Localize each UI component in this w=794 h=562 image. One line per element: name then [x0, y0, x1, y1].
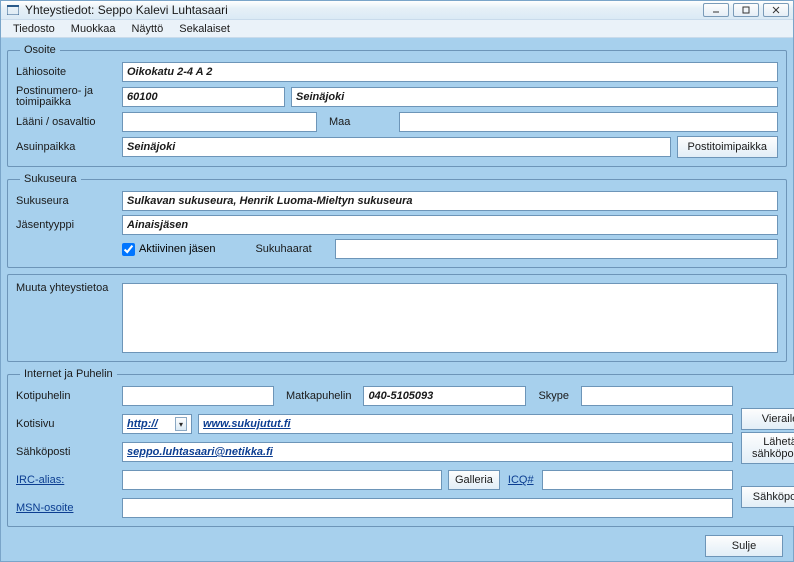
email-button[interactable]: Sähköposti	[741, 486, 794, 508]
menu-edit[interactable]: Muokkaa	[63, 21, 124, 37]
chevron-down-icon: ▾	[175, 417, 187, 431]
branches-label: Sukuhaarat	[249, 243, 329, 255]
titlebar: Yhteystiedot: Seppo Kalevi Luhtasaari	[1, 1, 793, 20]
country-label: Maa	[323, 116, 393, 128]
window-title: Yhteystiedot: Seppo Kalevi Luhtasaari	[25, 3, 703, 17]
homephone-label: Kotipuhelin	[16, 390, 116, 402]
window-frame: Yhteystiedot: Seppo Kalevi Luhtasaari Ti…	[0, 0, 794, 562]
branches-input[interactable]	[335, 239, 778, 259]
society-legend: Sukuseura	[20, 173, 81, 185]
address-group: Osoite Lähiosoite Postinumero- ja toimip…	[7, 44, 787, 167]
protocol-dropdown[interactable]: http:// ▾	[122, 414, 192, 434]
other-group: Muuta yhteystietoa	[7, 274, 787, 362]
icq-label[interactable]: ICQ#	[508, 474, 534, 486]
irc-input[interactable]	[122, 470, 442, 490]
client-area: Osoite Lähiosoite Postinumero- ja toimip…	[1, 38, 793, 561]
internet-group: Internet ja Puhelin Kotipuhelin Matkapuh…	[7, 368, 794, 527]
icq-input[interactable]	[542, 470, 733, 490]
homephone-input[interactable]	[122, 386, 274, 406]
mobile-label: Matkapuhelin	[280, 390, 357, 402]
society-input[interactable]	[122, 191, 778, 211]
membertype-input[interactable]	[122, 215, 778, 235]
close-button[interactable]	[763, 3, 789, 17]
irc-label[interactable]: IRC-alias:	[16, 474, 116, 486]
street-label: Lähiosoite	[16, 66, 116, 78]
residence-input[interactable]	[122, 137, 671, 157]
protocol-value: http://	[127, 418, 158, 430]
minimize-button[interactable]	[703, 3, 729, 17]
active-member-label: Aktiivinen jäsen	[139, 243, 215, 255]
membertype-label: Jäsentyyppi	[16, 219, 116, 231]
msn-input[interactable]	[122, 498, 733, 518]
other-textarea[interactable]	[122, 283, 778, 353]
visit-button[interactable]: Vieraile	[741, 408, 794, 430]
internet-legend: Internet ja Puhelin	[20, 368, 117, 380]
email-input[interactable]	[122, 442, 733, 462]
skype-label: Skype	[532, 390, 575, 402]
state-label: Lääni / osavaltio	[16, 116, 116, 128]
street-input[interactable]	[122, 62, 778, 82]
postal-city-input[interactable]	[291, 87, 778, 107]
other-label: Muuta yhteystietoa	[16, 283, 116, 353]
mobile-input[interactable]	[363, 386, 526, 406]
postal-code-input[interactable]	[122, 87, 285, 107]
close-form-button[interactable]: Sulje	[705, 535, 783, 557]
send-email-button[interactable]: Lähetä sähköpostia	[741, 432, 794, 464]
menu-misc[interactable]: Sekalaiset	[171, 21, 238, 37]
homepage-input[interactable]	[198, 414, 733, 434]
active-member-checkbox[interactable]	[122, 243, 135, 256]
state-input[interactable]	[122, 112, 317, 132]
residence-label: Asuinpaikka	[16, 141, 116, 153]
footer-bar: Sulje	[7, 533, 787, 557]
menu-file[interactable]: Tiedosto	[5, 21, 63, 37]
menu-view[interactable]: Näyttö	[123, 21, 171, 37]
address-legend: Osoite	[20, 44, 60, 56]
country-input[interactable]	[399, 112, 778, 132]
homepage-label: Kotisivu	[16, 418, 116, 430]
app-icon	[5, 2, 21, 18]
society-group: Sukuseura Sukuseura Jäsentyyppi Aktiivin…	[7, 173, 787, 268]
gallery-button[interactable]: Galleria	[448, 470, 500, 490]
society-label: Sukuseura	[16, 195, 116, 207]
maximize-button[interactable]	[733, 3, 759, 17]
email-label: Sähköposti	[16, 446, 116, 458]
postal-label: Postinumero- ja toimipaikka	[16, 86, 116, 108]
msn-label[interactable]: MSN-osoite	[16, 502, 116, 514]
skype-input[interactable]	[581, 386, 733, 406]
menubar: Tiedosto Muokkaa Näyttö Sekalaiset	[1, 20, 793, 38]
postoffice-button[interactable]: Postitoimipaikka	[677, 136, 778, 158]
